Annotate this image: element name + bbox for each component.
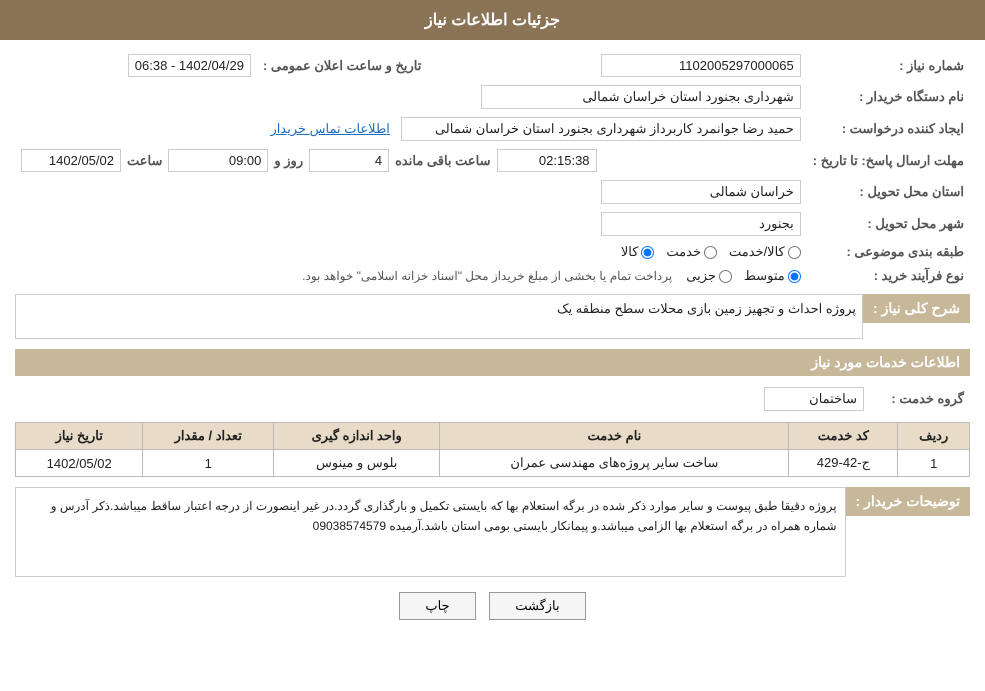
noe-value: پرداخت تمام یا بخشی از مبلغ خریداز محل "… xyxy=(15,264,807,288)
mohlat-label: مهلت ارسال پاسخ: تا تاریخ : xyxy=(807,145,970,176)
page-header: جزئیات اطلاعات نیاز xyxy=(0,0,985,40)
cell-tarikh: 1402/05/02 xyxy=(16,450,143,477)
mohlat-date-input: 1402/05/02 xyxy=(21,149,121,172)
shahr-value: بجنورد xyxy=(427,208,806,240)
shahr-label: شهر محل تحویل : xyxy=(807,208,970,240)
noe-motavasset-label: متوسط xyxy=(744,268,785,284)
col-tedad: تعداد / مقدار xyxy=(143,423,274,450)
tabaqe-khidmat: خدمت xyxy=(666,244,717,260)
sharh-value: پروژه احداث و تجهیز زمین بازی محلات سطح … xyxy=(15,294,863,339)
goroh-input: ساختمان xyxy=(764,387,864,411)
services-table: ردیف کد خدمت نام خدمت واحد اندازه گیری ت… xyxy=(15,422,970,477)
tabaqe-kala-label: کالا xyxy=(621,244,639,260)
ijad-link[interactable]: اطلاعات تماس خریدار xyxy=(271,121,390,136)
ijad-label: ایجاد کننده درخواست : xyxy=(807,113,970,145)
namdastgah-label: نام دستگاه خریدار : xyxy=(807,81,970,113)
namdastgah-input: شهرداری بجنورد استان خراسان شمالی xyxy=(481,85,801,109)
tabaqe-label: طبقه بندی موضوعی : xyxy=(807,240,970,264)
tabaqe-kala-khidmat: کالا/خدمت xyxy=(729,244,801,260)
mohlat-value-cell: 02:15:38 ساعت باقی مانده 4 روز و 09:00 س… xyxy=(15,145,807,176)
mohlat-mande-label: ساعت باقی مانده xyxy=(395,153,490,169)
goroh-label: گروه خدمت : xyxy=(870,384,970,414)
mohlat-mande-input: 02:15:38 xyxy=(497,149,597,172)
mohlat-rooz-label: روز و xyxy=(274,153,303,169)
tarikh-value: 1402/04/29 - 06:38 xyxy=(15,50,257,81)
tarikh-label: تاریخ و ساعت اعلان عمومی : xyxy=(257,50,427,81)
table-row: 1ج-42-429ساخت سایر پروژه‌های مهندسی عمرا… xyxy=(16,450,970,477)
noe-jozi: جزیی xyxy=(686,268,732,284)
info-table: شماره نیاز : 1102005297000065 تاریخ و سا… xyxy=(15,50,970,288)
mohlat-rooz-input: 4 xyxy=(309,149,389,172)
sharh-section: شرح کلی نیاز : پروژه احداث و تجهیز زمین … xyxy=(15,294,970,339)
mohlat-saat-label: ساعت xyxy=(127,153,162,169)
back-button[interactable]: بازگشت xyxy=(489,592,585,620)
shomara-value: 1102005297000065 xyxy=(427,50,806,81)
tozi-section: توضیحات خریدار : پروژه دقیقا طبق پیوست و… xyxy=(15,487,970,577)
goroh-value: ساختمان xyxy=(15,384,870,414)
shahr-input: بجنورد xyxy=(601,212,801,236)
cell-name: ساخت سایر پروژه‌های مهندسی عمران xyxy=(440,450,789,477)
col-code: کد خدمت xyxy=(789,423,898,450)
noe-jozi-radio[interactable] xyxy=(719,270,732,283)
cell-tedad: 1 xyxy=(143,450,274,477)
goroh-table: گروه خدمت : ساختمان xyxy=(15,384,970,414)
ijad-input: حمید رضا جوانمرد کاربرداز شهرداری بجنورد… xyxy=(401,117,801,141)
ijad-value-cell: حمید رضا جوانمرد کاربرداز شهرداری بجنورد… xyxy=(15,113,807,145)
col-tarikh: تاریخ نیاز xyxy=(16,423,143,450)
button-bar: بازگشت چاپ xyxy=(15,592,970,620)
namdastgah-value: شهرداری بجنورد استان خراسان شمالی xyxy=(15,81,807,113)
page-title: جزئیات اطلاعات نیاز xyxy=(425,12,560,29)
tozi-label: توضیحات خریدار : xyxy=(846,487,970,516)
cell-radif: 1 xyxy=(898,450,970,477)
col-vahed: واحد اندازه گیری xyxy=(274,423,440,450)
tozi-text: پروژه دقیقا طبق پیوست و سایر موارد ذکر ش… xyxy=(15,487,846,577)
tabaqe-value: کالا/خدمت خدمت کالا xyxy=(15,240,807,264)
khadamat-title: اطلاعات خدمات مورد نیاز xyxy=(15,349,970,376)
noe-label: نوع فرآیند خرید : xyxy=(807,264,970,288)
tabaqe-kala-khidmat-radio[interactable] xyxy=(788,246,801,259)
tabaqe-khidmat-radio[interactable] xyxy=(704,246,717,259)
ostan-label: استان محل تحویل : xyxy=(807,176,970,208)
tabaqe-khidmat-label: خدمت xyxy=(666,244,701,260)
tabaqe-kala-radio[interactable] xyxy=(641,246,654,259)
shomara-label: شماره نیاز : xyxy=(807,50,970,81)
ostan-input: خراسان شمالی xyxy=(601,180,801,204)
ostan-value: خراسان شمالی xyxy=(427,176,806,208)
col-radif: ردیف xyxy=(898,423,970,450)
cell-vahed: بلوس و مینوس xyxy=(274,450,440,477)
mohlat-saat-input: 09:00 xyxy=(168,149,268,172)
print-button[interactable]: چاپ xyxy=(399,592,475,620)
cell-code: ج-42-429 xyxy=(789,450,898,477)
noe-description: پرداخت تمام یا بخشی از مبلغ خریداز محل "… xyxy=(302,269,672,283)
noe-motavasset-radio[interactable] xyxy=(788,270,801,283)
sharh-title: شرح کلی نیاز : xyxy=(863,294,970,323)
tabaqe-kala-khidmat-label: کالا/خدمت xyxy=(729,244,785,260)
noe-jozi-label: جزیی xyxy=(686,268,716,284)
col-name: نام خدمت xyxy=(440,423,789,450)
shomara-input: 1102005297000065 xyxy=(601,54,801,77)
noe-motavasset: متوسط xyxy=(744,268,801,284)
tarikh-input: 1402/04/29 - 06:38 xyxy=(128,54,251,77)
tabaqe-kala: کالا xyxy=(621,244,655,260)
table-header-row: ردیف کد خدمت نام خدمت واحد اندازه گیری ت… xyxy=(16,423,970,450)
